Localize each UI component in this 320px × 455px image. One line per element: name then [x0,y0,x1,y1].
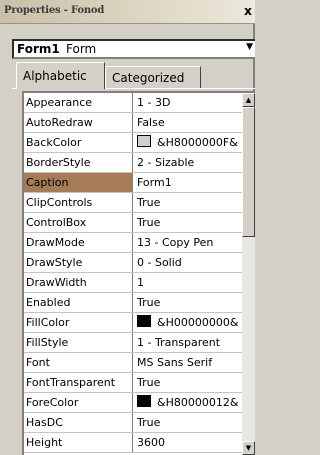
property-value-text: 1 [137,276,144,289]
property-value[interactable]: 2 - Sizable [135,153,244,172]
property-value-text: True [137,296,161,309]
property-name: ForeColor [24,393,133,412]
property-value[interactable]: &H8000000F& [135,133,244,152]
property-name: FillColor [24,313,133,332]
property-name: AutoRedraw [24,113,133,132]
color-swatch-icon [137,135,151,147]
property-row[interactable]: FillColor &H00000000& [24,313,242,333]
scroll-thumb[interactable] [242,107,255,237]
property-row[interactable]: BackColor &H8000000F& [24,133,242,153]
title-bar[interactable]: Properties - Fonod x [0,0,255,24]
property-value[interactable]: Form1 [135,173,244,192]
property-name: BorderStyle [24,153,133,172]
property-row[interactable]: ControlBox True [24,213,242,233]
property-row[interactable]: DrawMode 13 - Copy Pen [24,233,242,253]
property-row[interactable]: FontTransparent True [24,373,242,393]
property-name: HasDC [24,413,133,432]
property-value-text: &H8000000F& [157,136,238,149]
property-name: FillStyle [24,333,133,352]
property-value[interactable]: &H00000000& [135,313,244,332]
property-value[interactable]: True [135,293,244,312]
property-value-text: 13 - Copy Pen [137,236,214,249]
property-name: ControlBox [24,213,133,232]
property-name: Height [24,433,133,452]
property-value[interactable]: True [135,213,244,232]
property-row[interactable]: Font MS Sans Serif [24,353,242,373]
property-value-text: True [137,416,161,429]
properties-window: Properties - Fonod x Form1 Form ▼ Alphab… [0,0,255,455]
property-value-text: 2 - Sizable [137,156,195,169]
property-value-text: 1 - 3D [137,96,171,109]
tab-categorized[interactable]: Categorized [105,66,201,88]
close-icon[interactable]: x [241,3,255,19]
scroll-up-icon[interactable]: ▲ [242,93,255,107]
property-value-text: 1 - Transparent [137,336,221,349]
property-value-text: Form1 [137,176,172,189]
property-name: Enabled [24,293,133,312]
property-value-text: &H00000000& [157,316,239,329]
property-value[interactable]: True [135,193,244,212]
property-row[interactable]: Enabled True [24,293,242,313]
tab-alphabetic[interactable]: Alphabetic [16,62,105,89]
property-row[interactable]: Height 3600 [24,433,242,453]
property-name: DrawMode [24,233,133,252]
window-title: Properties - Fonod [4,5,105,16]
tab-strip: Alphabetic Categorized [12,62,255,89]
property-value[interactable]: False [135,113,244,132]
property-row[interactable]: DrawWidth 1 [24,273,242,293]
property-row[interactable]: AutoRedraw False [24,113,242,133]
property-value[interactable]: 0 - Solid [135,253,244,272]
property-value-text: True [137,196,161,209]
scroll-down-icon[interactable]: ▼ [242,441,255,455]
property-row[interactable]: Appearance 1 - 3D [24,93,242,113]
property-value-text: MS Sans Serif [137,356,213,369]
property-value-text: False [137,116,165,129]
property-row[interactable]: HasDC True [24,413,242,433]
color-swatch-icon [137,395,151,407]
property-name: Font [24,353,133,372]
property-value[interactable]: 1 [135,273,244,292]
property-value-text: &H80000012& [157,396,239,409]
chevron-down-icon[interactable]: ▼ [246,42,253,52]
property-value[interactable]: MS Sans Serif [135,353,244,372]
property-name: DrawStyle [24,253,133,272]
property-value[interactable]: 3600 [135,433,244,452]
property-name: Appearance [24,93,133,112]
property-name: DrawWidth [24,273,133,292]
property-value[interactable]: 1 - 3D [135,93,244,112]
property-value-text: 0 - Solid [137,256,182,269]
property-row[interactable]: ForeColor &H80000012& [24,393,242,413]
object-name: Form1 [17,42,60,56]
property-value-text: True [137,376,161,389]
object-type: Form [66,42,97,56]
property-name: ClipControls [24,193,133,212]
property-name: BackColor [24,133,133,152]
vertical-scrollbar[interactable]: ▲ ▼ [242,93,255,455]
property-name: Caption [24,173,133,192]
property-row[interactable]: FillStyle 1 - Transparent [24,333,242,353]
property-name: FontTransparent [24,373,133,392]
property-value[interactable]: 13 - Copy Pen [135,233,244,252]
property-value[interactable]: True [135,373,244,392]
property-row[interactable]: DrawStyle 0 - Solid [24,253,242,273]
property-row[interactable]: ClipControls True [24,193,242,213]
property-value[interactable]: True [135,413,244,432]
property-value-text: True [137,216,161,229]
property-grid: Appearance 1 - 3D AutoRedraw False BackColor… [22,91,255,455]
property-value[interactable]: 1 - Transparent [135,333,244,352]
property-value-text: 3600 [137,436,165,449]
property-row[interactable]: BorderStyle 2 - Sizable [24,153,242,173]
property-value[interactable]: &H80000012& [135,393,244,412]
color-swatch-icon [137,315,151,327]
property-row[interactable]: Caption Form1 [24,173,242,193]
object-selector[interactable]: Form1 Form ▼ [12,39,255,59]
